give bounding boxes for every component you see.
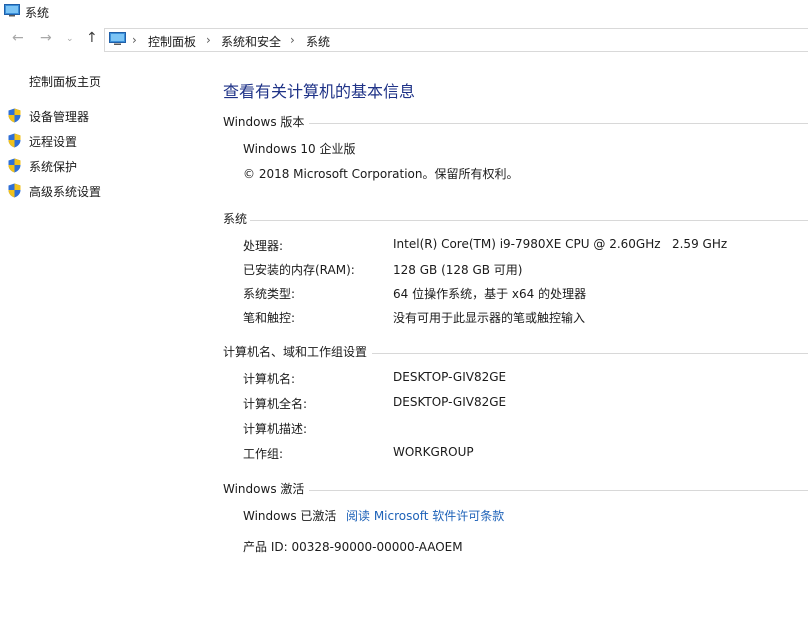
section-divider — [250, 220, 808, 221]
arrow-left-icon[interactable]: ← — [12, 30, 24, 46]
page-title: 查看有关计算机的基本信息 — [223, 82, 416, 101]
full-computer-name-label: 计算机全名: — [243, 397, 308, 411]
breadcrumb-system-security[interactable]: 系统和安全 — [221, 33, 281, 50]
title-bar: 系统 — [0, 0, 808, 24]
chevron-right-icon: › — [132, 33, 137, 47]
breadcrumb-control-panel[interactable]: 控制面板 — [148, 33, 196, 50]
pen-touch-label: 笔和触控: — [243, 311, 296, 325]
copyright-text: © 2018 Microsoft Corporation。保留所有权利。 — [243, 167, 519, 181]
shield-icon — [8, 108, 21, 123]
processor-value: Intel(R) Core(TM) i9-7980XE CPU @ 2.60GH… — [393, 237, 728, 251]
section-heading-activation: Windows 激活 — [223, 482, 305, 496]
computer-icon — [109, 32, 126, 45]
pen-touch-value: 没有可用于此显示器的笔或触控输入 — [393, 311, 586, 325]
sidebar-item-label: 远程设置 — [29, 135, 78, 149]
edition-name: Windows 10 企业版 — [243, 142, 356, 156]
section-divider — [372, 353, 808, 354]
shield-icon — [8, 158, 21, 173]
section-heading-system: 系统 — [223, 212, 248, 226]
activation-status: Windows 已激活 — [243, 509, 337, 523]
section-divider — [309, 123, 808, 124]
arrow-right-icon[interactable]: → — [40, 30, 52, 46]
window-title: 系统 — [25, 6, 50, 20]
address-bar[interactable]: › 控制面板 › 系统和安全 › 系统 — [104, 28, 808, 52]
breadcrumb-system[interactable]: 系统 — [306, 33, 330, 50]
system-type-value: 64 位操作系统，基于 x64 的处理器 — [393, 287, 587, 301]
sidebar-home-link[interactable]: 控制面板主页 — [29, 73, 101, 90]
product-id: 产品 ID: 00328-90000-00000-AAOEM — [243, 540, 463, 554]
sidebar-item-label: 高级系统设置 — [29, 185, 102, 199]
section-divider — [309, 490, 808, 491]
section-heading-edition: Windows 版本 — [223, 115, 305, 129]
computer-icon — [4, 4, 20, 17]
shield-icon — [8, 133, 21, 148]
chevron-down-icon[interactable]: ⌄ — [66, 34, 74, 44]
computer-name-label: 计算机名: — [243, 372, 296, 386]
shield-icon — [8, 183, 21, 198]
sidebar-item-label: 系统保护 — [29, 160, 78, 174]
chevron-right-icon: › — [206, 33, 211, 47]
section-heading-computer-name: 计算机名、域和工作组设置 — [223, 345, 368, 359]
computer-name-value: DESKTOP-GIV82GE — [393, 370, 507, 384]
ram-label: 已安装的内存(RAM): — [243, 263, 355, 277]
navigation-bar: ← → ⌄ ↑ › 控制面板 › 系统和安全 › 系统 — [0, 27, 808, 52]
computer-description-label: 计算机描述: — [243, 422, 308, 436]
workgroup-label: 工作组: — [243, 447, 284, 461]
arrow-up-icon[interactable]: ↑ — [86, 30, 98, 46]
license-terms-link[interactable]: 阅读 Microsoft 软件许可条款 — [346, 507, 504, 524]
sidebar-item-label: 设备管理器 — [29, 110, 90, 124]
processor-label: 处理器: — [243, 239, 284, 253]
system-type-label: 系统类型: — [243, 287, 296, 301]
ram-value: 128 GB (128 GB 可用) — [393, 263, 523, 277]
chevron-right-icon: › — [290, 33, 295, 47]
workgroup-value: WORKGROUP — [393, 445, 474, 459]
full-computer-name-value: DESKTOP-GIV82GE — [393, 395, 507, 409]
